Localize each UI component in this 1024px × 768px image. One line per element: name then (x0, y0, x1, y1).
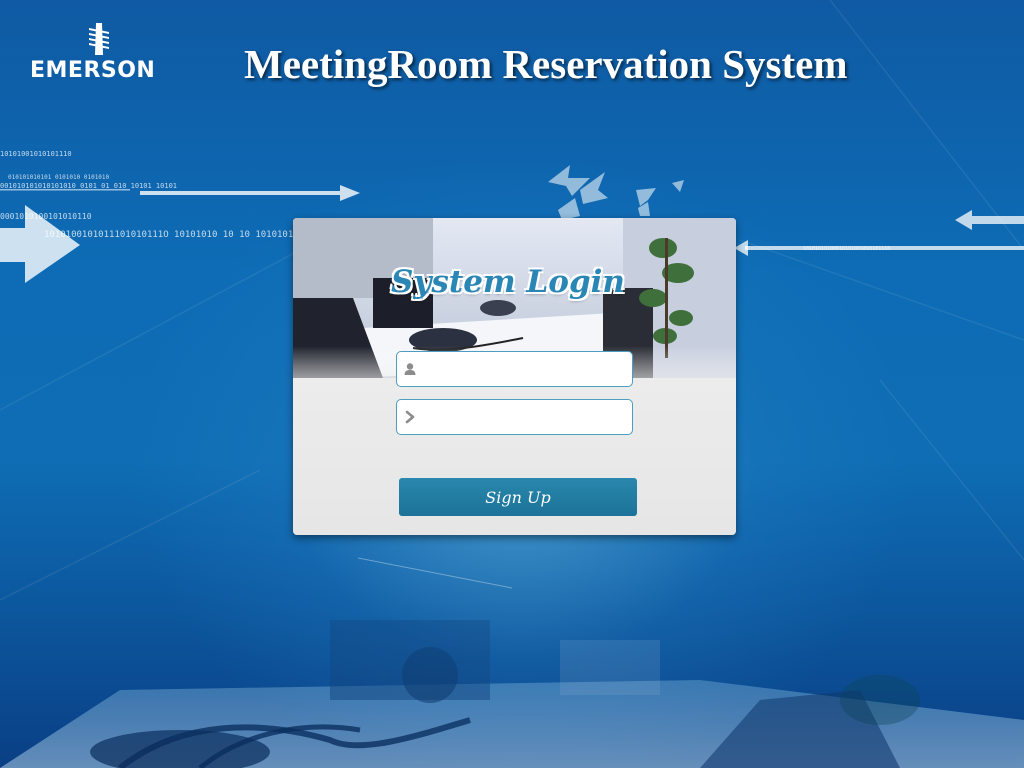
password-input[interactable] (423, 404, 627, 432)
chevron-right-icon (405, 410, 415, 424)
emerson-logo: EMERSON (30, 20, 175, 86)
binary-text-2: 010101010101 0101010 0101010 (8, 174, 110, 181)
binary-text-5: 1010100101011101010111O 10101010 10 10 1… (44, 230, 294, 240)
emerson-logo-icon (89, 23, 109, 55)
login-title: System Login (391, 264, 625, 300)
login-panel: System Login Sign Up (293, 218, 736, 535)
binary-text-4: 0001010100101010110 (0, 212, 92, 221)
logo-text: EMERSON (30, 58, 156, 83)
binary-text-3: 001010101010101010 0101 01 010 10101 101… (0, 182, 178, 190)
user-icon (404, 363, 416, 375)
username-field[interactable] (396, 351, 633, 387)
binary-text-6: 10101010100010101001010101110 (803, 246, 891, 252)
sign-up-button[interactable]: Sign Up (399, 478, 637, 516)
page-title: MeetingRoom Reservation System (244, 41, 848, 87)
password-field[interactable] (396, 399, 633, 435)
username-input[interactable] (423, 356, 627, 384)
binary-text-1: 10101001010101110 (0, 150, 72, 158)
